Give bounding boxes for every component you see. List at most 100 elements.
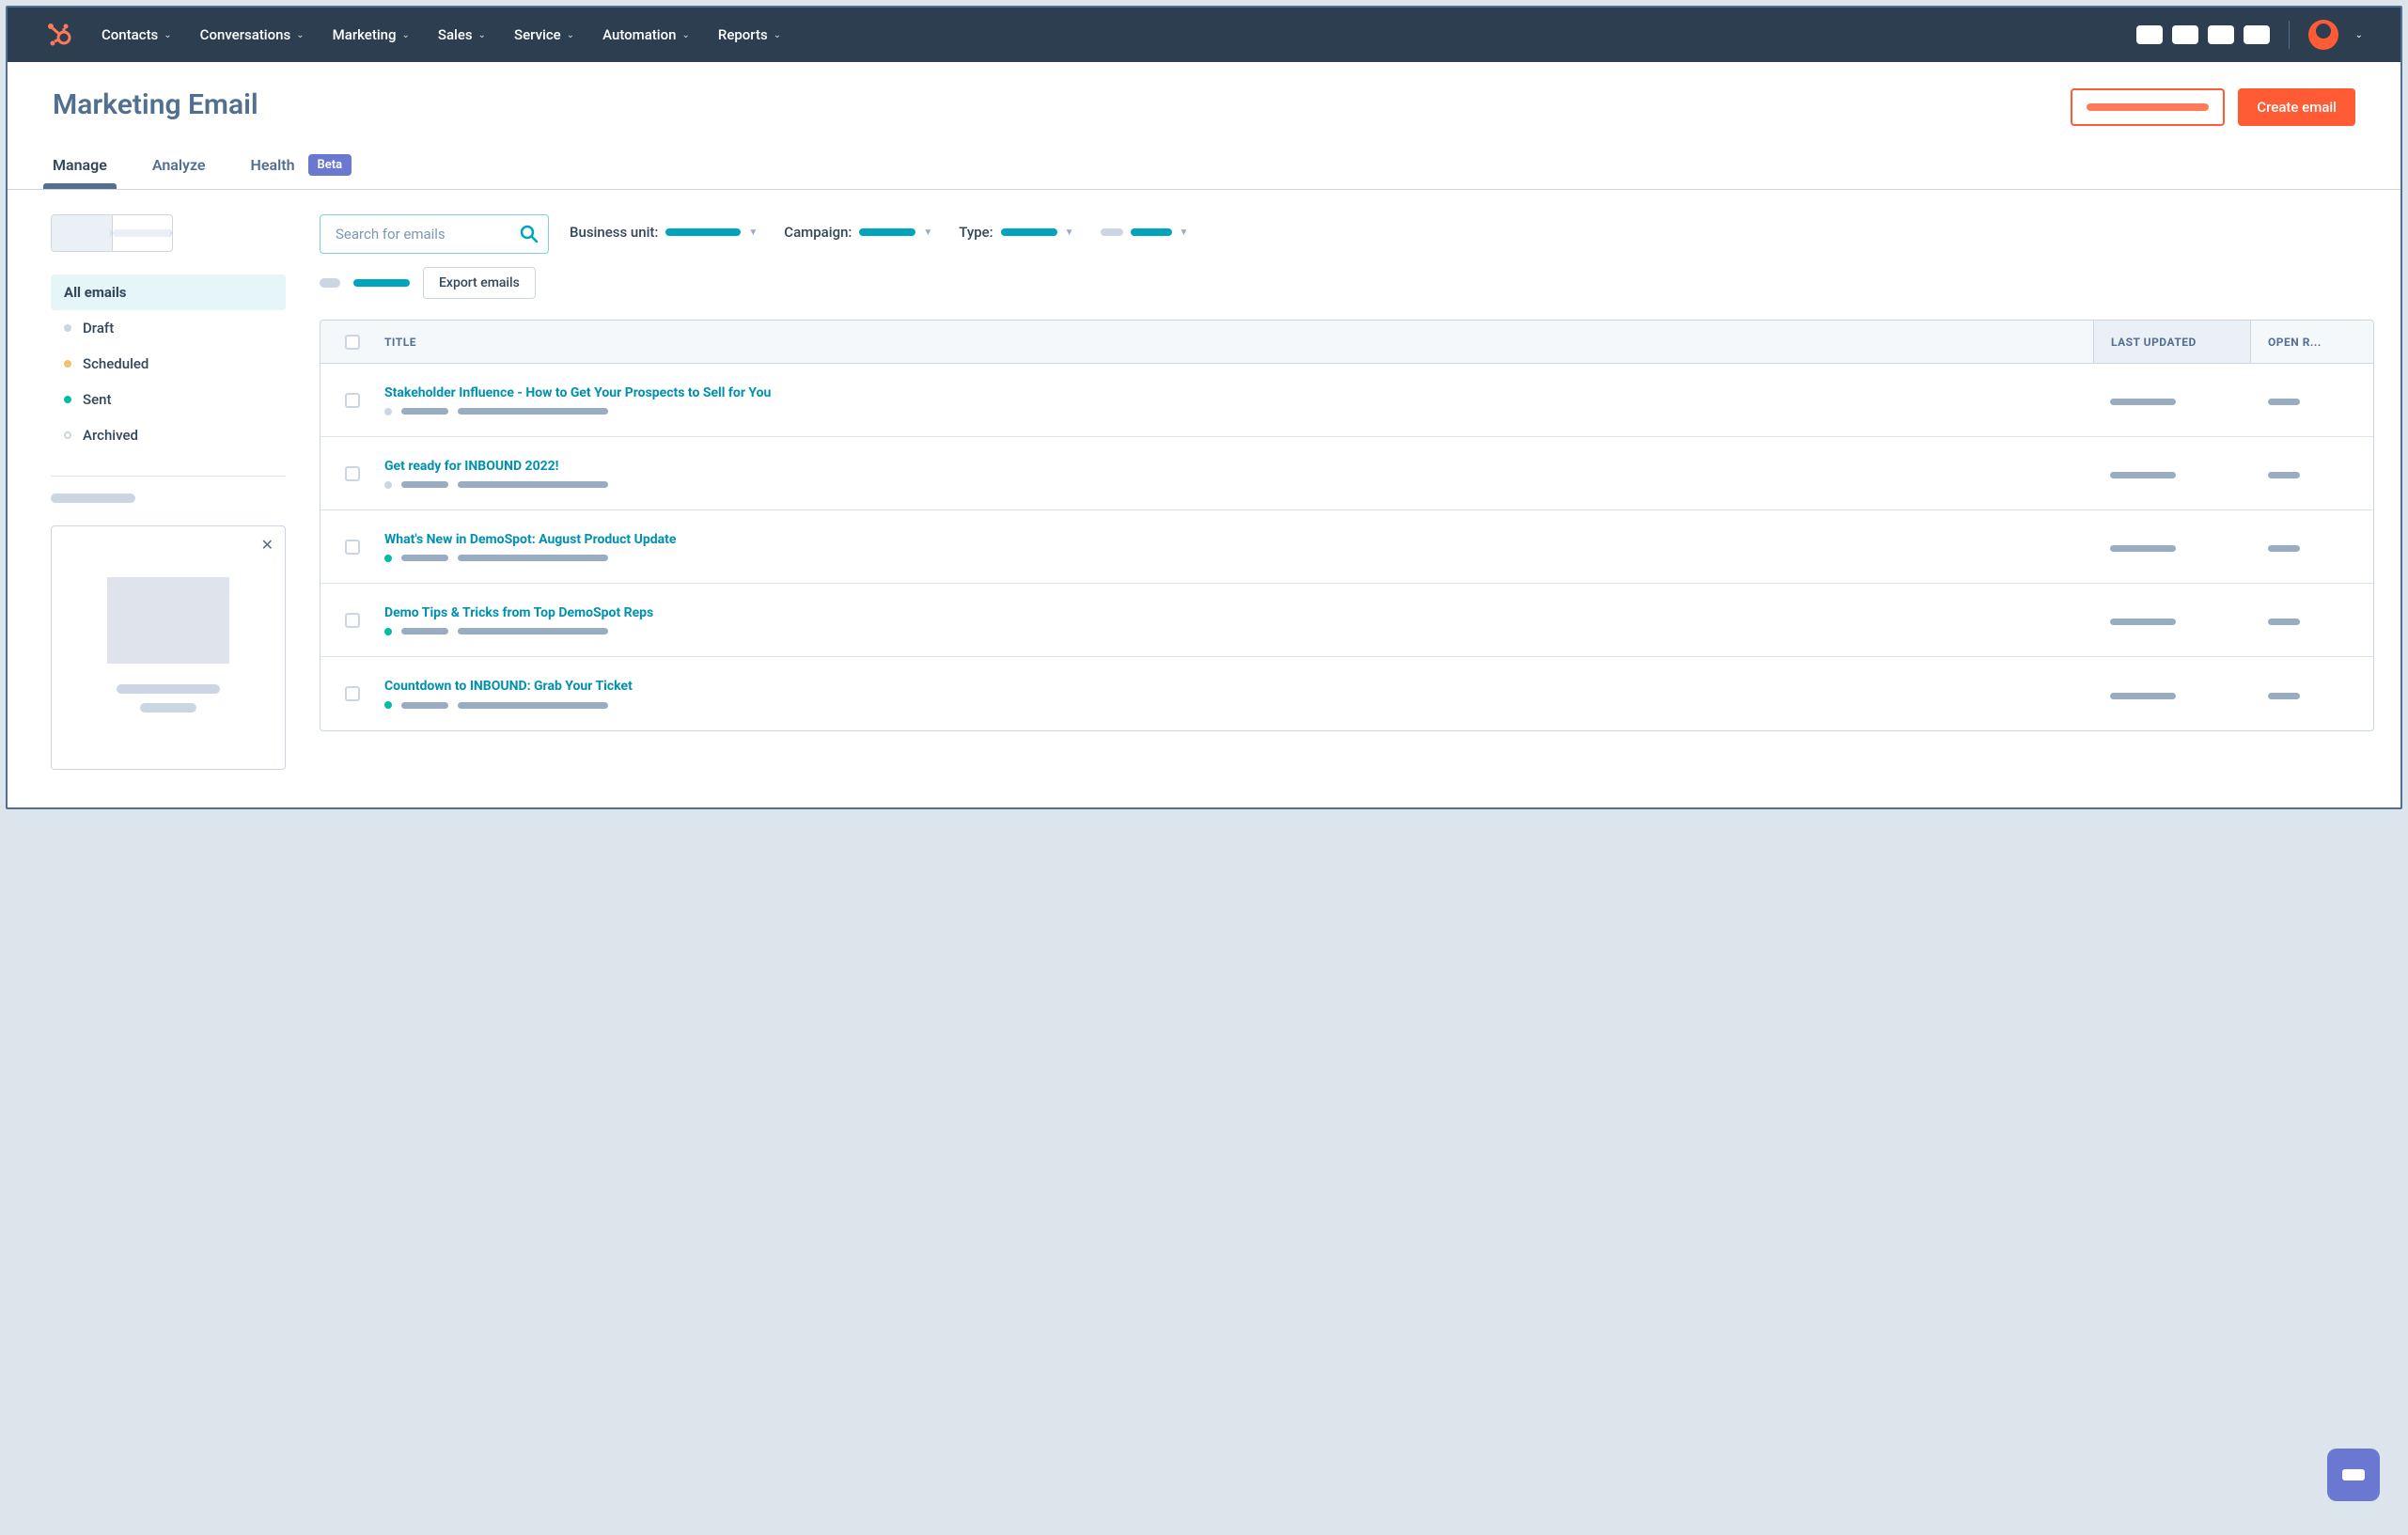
chevron-down-icon: ▼ [748, 227, 758, 238]
nav-util-button[interactable] [2208, 25, 2234, 44]
nav-service[interactable]: Service ⌄ [514, 26, 574, 43]
filter-label: Type: [959, 224, 993, 241]
placeholder-bar [458, 555, 608, 561]
td-title: Stakeholder Influence - How to Get Your … [384, 372, 2093, 429]
table-row: Stakeholder Influence - How to Get Your … [321, 364, 2373, 437]
chevron-down-icon[interactable]: ⌄ [2355, 30, 2363, 40]
email-title-link[interactable]: Stakeholder Influence - How to Get Your … [384, 385, 2074, 400]
td-last-updated [2093, 538, 2251, 556]
status-dot-icon [64, 324, 71, 332]
td-title: Get ready for INBOUND 2022! [384, 446, 2093, 502]
email-title-link[interactable]: Countdown to INBOUND: Grab Your Ticket [384, 679, 2074, 694]
placeholder-bar [401, 702, 448, 709]
sidebar-item-draft[interactable]: Draft [51, 310, 286, 346]
header-actions: Create email [2071, 88, 2355, 126]
status-dot-icon [384, 481, 392, 489]
toolbar-row2: Export emails [320, 267, 2374, 299]
nav-sales[interactable]: Sales⌄ [438, 26, 486, 43]
nav-reports[interactable]: Reports⌄ [718, 26, 781, 43]
td-title: Demo Tips & Tricks from Top DemoSpot Rep… [384, 592, 2093, 649]
tab-health[interactable]: Health [251, 156, 295, 187]
th-title[interactable]: TITLE [384, 336, 2093, 349]
chevron-down-icon: ⌄ [567, 30, 574, 40]
view-toggle-option[interactable] [113, 215, 173, 251]
row-meta [384, 555, 2074, 562]
view-toggle[interactable] [51, 214, 173, 252]
th-last-updated[interactable]: LAST UPDATED [2093, 321, 2251, 363]
td-open-rate [2251, 464, 2373, 482]
divider [51, 476, 286, 477]
chat-fab[interactable] [2327, 1449, 2380, 1501]
sidebar-item-label: Scheduled [83, 355, 149, 372]
placeholder-bar [2110, 693, 2176, 699]
placeholder-bar [859, 228, 915, 236]
sidebar-item-sent[interactable]: Sent [51, 382, 286, 417]
td-last-updated [2093, 685, 2251, 703]
filters: Business unit:▼ Campaign:▼ Type:▼ ▼ [570, 214, 2374, 241]
nav-label: Service [514, 26, 561, 43]
placeholder-bar [2268, 399, 2300, 405]
table-header: TITLE LAST UPDATED OPEN R... [321, 321, 2373, 364]
placeholder-bar [401, 555, 448, 561]
td-title: Countdown to INBOUND: Grab Your Ticket [384, 666, 2093, 722]
sidebar-item-archived[interactable]: Archived [51, 417, 286, 453]
close-icon[interactable]: ✕ [261, 536, 274, 554]
filter-more[interactable]: ▼ [1101, 227, 1189, 238]
secondary-action-button[interactable] [2071, 88, 2225, 126]
placeholder-bar [458, 628, 608, 634]
row-checkbox[interactable] [345, 540, 360, 555]
sidebar-item-scheduled[interactable]: Scheduled [51, 346, 286, 382]
sidebar-item-label: Sent [83, 391, 111, 408]
tab-manage[interactable]: Manage [53, 156, 107, 187]
nav-util-button[interactable] [2244, 25, 2270, 44]
nav-util-button[interactable] [2136, 25, 2163, 44]
top-nav: Contacts⌄ Conversations⌄ Marketing⌄ Sale… [8, 8, 2400, 62]
placeholder-bar [401, 408, 448, 415]
table-row: Countdown to INBOUND: Grab Your Ticket [321, 657, 2373, 730]
placeholder-bar [51, 493, 135, 503]
email-title-link[interactable]: Demo Tips & Tricks from Top DemoSpot Rep… [384, 605, 2074, 620]
td-open-rate [2251, 391, 2373, 409]
search-icon[interactable] [519, 224, 539, 244]
chevron-down-icon: ⌄ [164, 30, 171, 40]
filter-business-unit[interactable]: Business unit:▼ [570, 224, 758, 241]
view-toggle-option[interactable] [52, 215, 113, 251]
sidebar-item-label: Draft [83, 320, 114, 337]
th-open-rate[interactable]: OPEN R... [2251, 336, 2373, 349]
avatar[interactable] [2308, 20, 2338, 50]
nav-marketing[interactable]: Marketing⌄ [333, 26, 410, 43]
tab-analyze[interactable]: Analyze [152, 156, 206, 187]
chevron-down-icon: ▼ [1180, 227, 1189, 238]
table-row: Demo Tips & Tricks from Top DemoSpot Rep… [321, 584, 2373, 657]
email-title-link[interactable]: Get ready for INBOUND 2022! [384, 459, 2074, 474]
row-checkbox[interactable] [345, 613, 360, 628]
nav-util-button[interactable] [2172, 25, 2198, 44]
nav-items: Contacts⌄ Conversations⌄ Marketing⌄ Sale… [102, 26, 2136, 43]
status-dot-icon [64, 360, 71, 368]
row-checkbox[interactable] [345, 466, 360, 481]
sidebar: All emails Draft Scheduled Sent Archived… [51, 214, 286, 770]
row-checkbox[interactable] [345, 686, 360, 701]
select-all-checkbox[interactable] [345, 335, 360, 350]
placeholder-bar [353, 279, 410, 287]
nav-contacts[interactable]: Contacts⌄ [102, 26, 172, 43]
nav-conversations[interactable]: Conversations⌄ [200, 26, 305, 43]
placeholder-bar [401, 481, 448, 488]
email-title-link[interactable]: What's New in DemoSpot: August Product U… [384, 532, 2074, 547]
sidebar-item-label: Archived [83, 427, 138, 444]
sidebar-item-all-emails[interactable]: All emails [51, 274, 286, 310]
hubspot-logo-icon[interactable] [45, 21, 73, 49]
filter-campaign[interactable]: Campaign:▼ [784, 224, 932, 241]
body: All emails Draft Scheduled Sent Archived… [8, 190, 2400, 807]
td-open-rate [2251, 538, 2373, 556]
row-meta [384, 701, 2074, 709]
filter-type[interactable]: Type:▼ [959, 224, 1073, 241]
row-meta [384, 408, 2074, 415]
row-checkbox[interactable] [345, 393, 360, 408]
td-checkbox [321, 466, 384, 481]
search-input[interactable] [320, 214, 549, 254]
nav-automation[interactable]: Automation⌄ [602, 26, 690, 43]
create-email-button[interactable]: Create email [2238, 88, 2355, 126]
placeholder-bar [113, 229, 173, 237]
export-emails-button[interactable]: Export emails [423, 267, 536, 299]
